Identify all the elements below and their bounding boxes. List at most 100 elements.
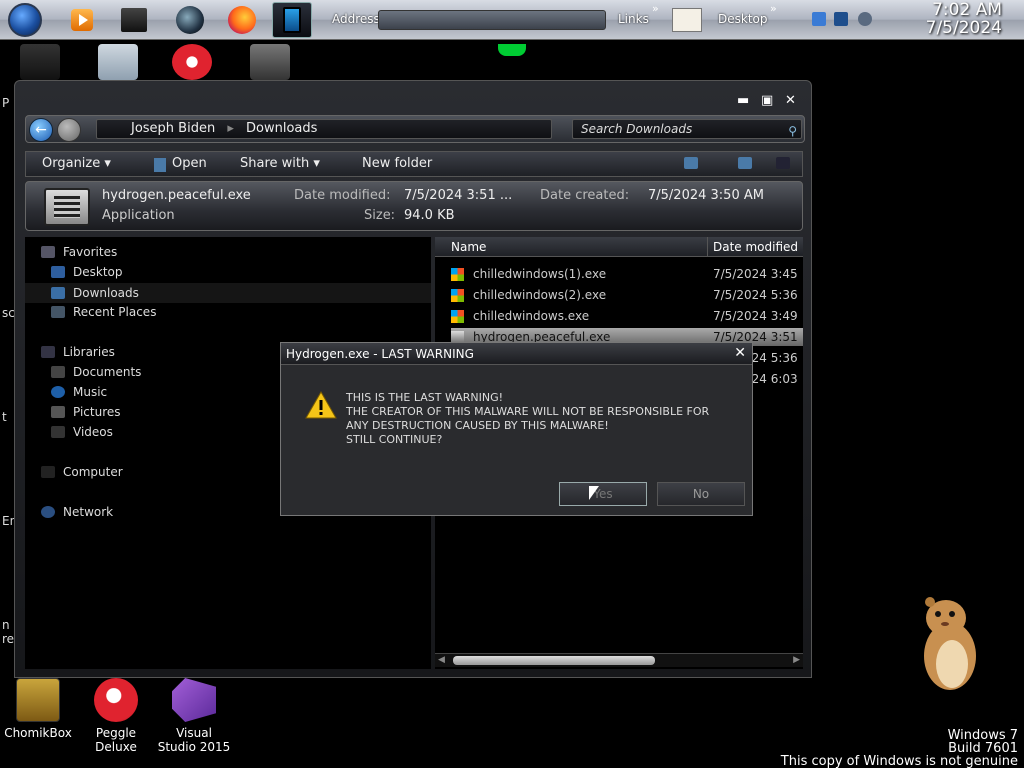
view-options-icon[interactable]	[684, 157, 698, 169]
volume-tray-icon[interactable]	[858, 12, 872, 26]
nav-favorites[interactable]: Favorites	[41, 245, 117, 259]
open-button[interactable]: Open	[172, 156, 207, 171]
clock[interactable]: 7:02 AM 7/5/2024	[926, 1, 1002, 37]
maximize-button[interactable]: ▣	[761, 93, 773, 108]
scroll-right-icon[interactable]: ▶	[793, 655, 800, 665]
desktop-icon-chomikbox[interactable]: ChomikBox	[0, 678, 76, 740]
desktop-icon-top-1[interactable]	[20, 44, 60, 80]
peggle-icon	[94, 678, 138, 722]
search-icon[interactable]: ⚲	[788, 122, 797, 140]
taskbar-browser[interactable]	[170, 2, 210, 38]
windows-exe-icon	[451, 268, 464, 281]
desktop-icon-label: Visual Studio 2015	[157, 726, 231, 754]
share-with-button[interactable]: Share with ▾	[240, 156, 320, 171]
minimize-button[interactable]: ▬	[737, 93, 749, 108]
windows-orb-icon	[8, 3, 42, 37]
organize-button[interactable]: Organize ▾	[42, 156, 111, 171]
address-label: Address	[332, 12, 380, 26]
details-size-label: Size:	[364, 208, 396, 223]
desktop-icon-top-3[interactable]	[172, 44, 212, 80]
details-size-value: 94.0 KB	[404, 208, 455, 223]
windows-exe-icon	[451, 289, 464, 302]
breadcrumb-user[interactable]: Joseph Biden	[131, 121, 215, 136]
nav-label: Computer	[63, 465, 123, 479]
globe-icon	[176, 6, 204, 34]
nav-videos[interactable]: Videos	[51, 425, 113, 439]
nav-network[interactable]: Network	[41, 505, 113, 519]
help-icon[interactable]	[776, 157, 790, 169]
signature-icon[interactable]	[672, 8, 702, 32]
yes-button[interactable]: Yes	[559, 482, 647, 506]
pictures-icon	[51, 406, 65, 418]
network-tray-icon[interactable]	[812, 12, 826, 26]
nav-label: Downloads	[73, 286, 139, 300]
column-date-modified[interactable]: Date modified	[713, 240, 798, 254]
display-tray-icon[interactable]	[834, 12, 848, 26]
nav-documents[interactable]: Documents	[51, 365, 141, 379]
taskbar-media-player[interactable]	[62, 2, 102, 38]
address-toolbar-input[interactable]	[378, 10, 606, 30]
file-row[interactable]: chilledwindows(1).exe 7/5/2024 3:45	[451, 265, 803, 283]
column-divider[interactable]	[707, 237, 708, 257]
clock-date: 7/5/2024	[925, 18, 1002, 38]
media-player-icon	[71, 9, 93, 31]
hamster-desktop-pet[interactable]	[914, 594, 984, 694]
breadcrumb-downloads[interactable]: Downloads	[246, 121, 317, 136]
desktop-icon-top-2[interactable]	[98, 44, 138, 80]
details-created-label: Date created:	[540, 188, 630, 203]
taskbar-folder[interactable]	[114, 2, 154, 38]
nav-label: Pictures	[73, 405, 121, 419]
firefox-icon	[228, 6, 256, 34]
details-modified-label: Date modified:	[294, 188, 391, 203]
nav-libraries[interactable]: Libraries	[41, 345, 115, 359]
nav-downloads[interactable]: Downloads	[25, 283, 431, 303]
desktop-toolbar-label[interactable]: Desktop	[718, 12, 768, 26]
edge-label: n	[2, 618, 10, 632]
details-created-value: 7/5/2024 3:50 AM	[648, 188, 764, 203]
chomikbox-icon	[16, 678, 60, 722]
no-button[interactable]: No	[657, 482, 745, 506]
desktop-chevron-icon[interactable]: »	[770, 2, 777, 15]
nav-desktop[interactable]: Desktop	[51, 265, 123, 279]
taskbar-explorer[interactable]	[272, 2, 312, 38]
back-button[interactable]: ←	[29, 118, 53, 142]
desktop-icon-visual-studio[interactable]: Visual Studio 2015	[156, 678, 232, 754]
horizontal-scrollbar[interactable]: ◀ ▶	[435, 653, 803, 667]
edge-label: P	[2, 96, 10, 110]
start-button[interactable]	[4, 2, 46, 38]
dialog-close-button[interactable]: ✕	[734, 345, 746, 361]
dialog-message: THIS IS THE LAST WARNING! THE CREATOR OF…	[346, 391, 710, 446]
close-button[interactable]: ✕	[785, 93, 796, 108]
documents-icon	[51, 366, 65, 378]
search-input[interactable]: Search Downloads ⚲	[572, 119, 802, 139]
warning-icon	[305, 391, 337, 419]
links-chevron-icon[interactable]: »	[652, 2, 659, 15]
desktop-icon-label: Peggle Deluxe	[95, 726, 137, 754]
desktop-icon-top-4[interactable]	[250, 44, 290, 80]
forward-button[interactable]	[57, 118, 81, 142]
preview-pane-icon[interactable]	[738, 157, 752, 169]
libraries-icon	[41, 346, 55, 358]
links-label[interactable]: Links	[618, 12, 649, 26]
taskbar-firefox[interactable]	[222, 2, 262, 38]
breadcrumb[interactable]: Joseph Biden ▸ Downloads	[96, 119, 552, 139]
nav-recent-places[interactable]: Recent Places	[51, 305, 156, 319]
column-name[interactable]: Name	[451, 240, 486, 254]
videos-icon	[51, 426, 65, 438]
scroll-left-icon[interactable]: ◀	[438, 655, 445, 665]
command-bar: Organize ▾ Open Share with ▾ New folder	[25, 151, 803, 177]
new-folder-button[interactable]: New folder	[362, 156, 432, 171]
scrollbar-thumb[interactable]	[453, 656, 655, 665]
computer-icon	[41, 466, 55, 478]
desktop-icon-peggle[interactable]: Peggle Deluxe	[78, 678, 154, 754]
nav-label: Libraries	[63, 345, 115, 359]
nav-computer[interactable]: Computer	[41, 465, 123, 479]
dialog-titlebar[interactable]: Hydrogen.exe - LAST WARNING ✕	[281, 343, 752, 365]
nav-pictures[interactable]: Pictures	[51, 405, 121, 419]
recent-places-icon	[51, 306, 65, 318]
nav-music[interactable]: Music	[51, 385, 107, 399]
file-name: chilledwindows(1).exe	[473, 267, 607, 281]
gadget-green-icon[interactable]	[498, 44, 526, 56]
file-row[interactable]: chilledwindows.exe 7/5/2024 3:49	[451, 307, 803, 325]
file-row[interactable]: chilledwindows(2).exe 7/5/2024 5:36	[451, 286, 803, 304]
